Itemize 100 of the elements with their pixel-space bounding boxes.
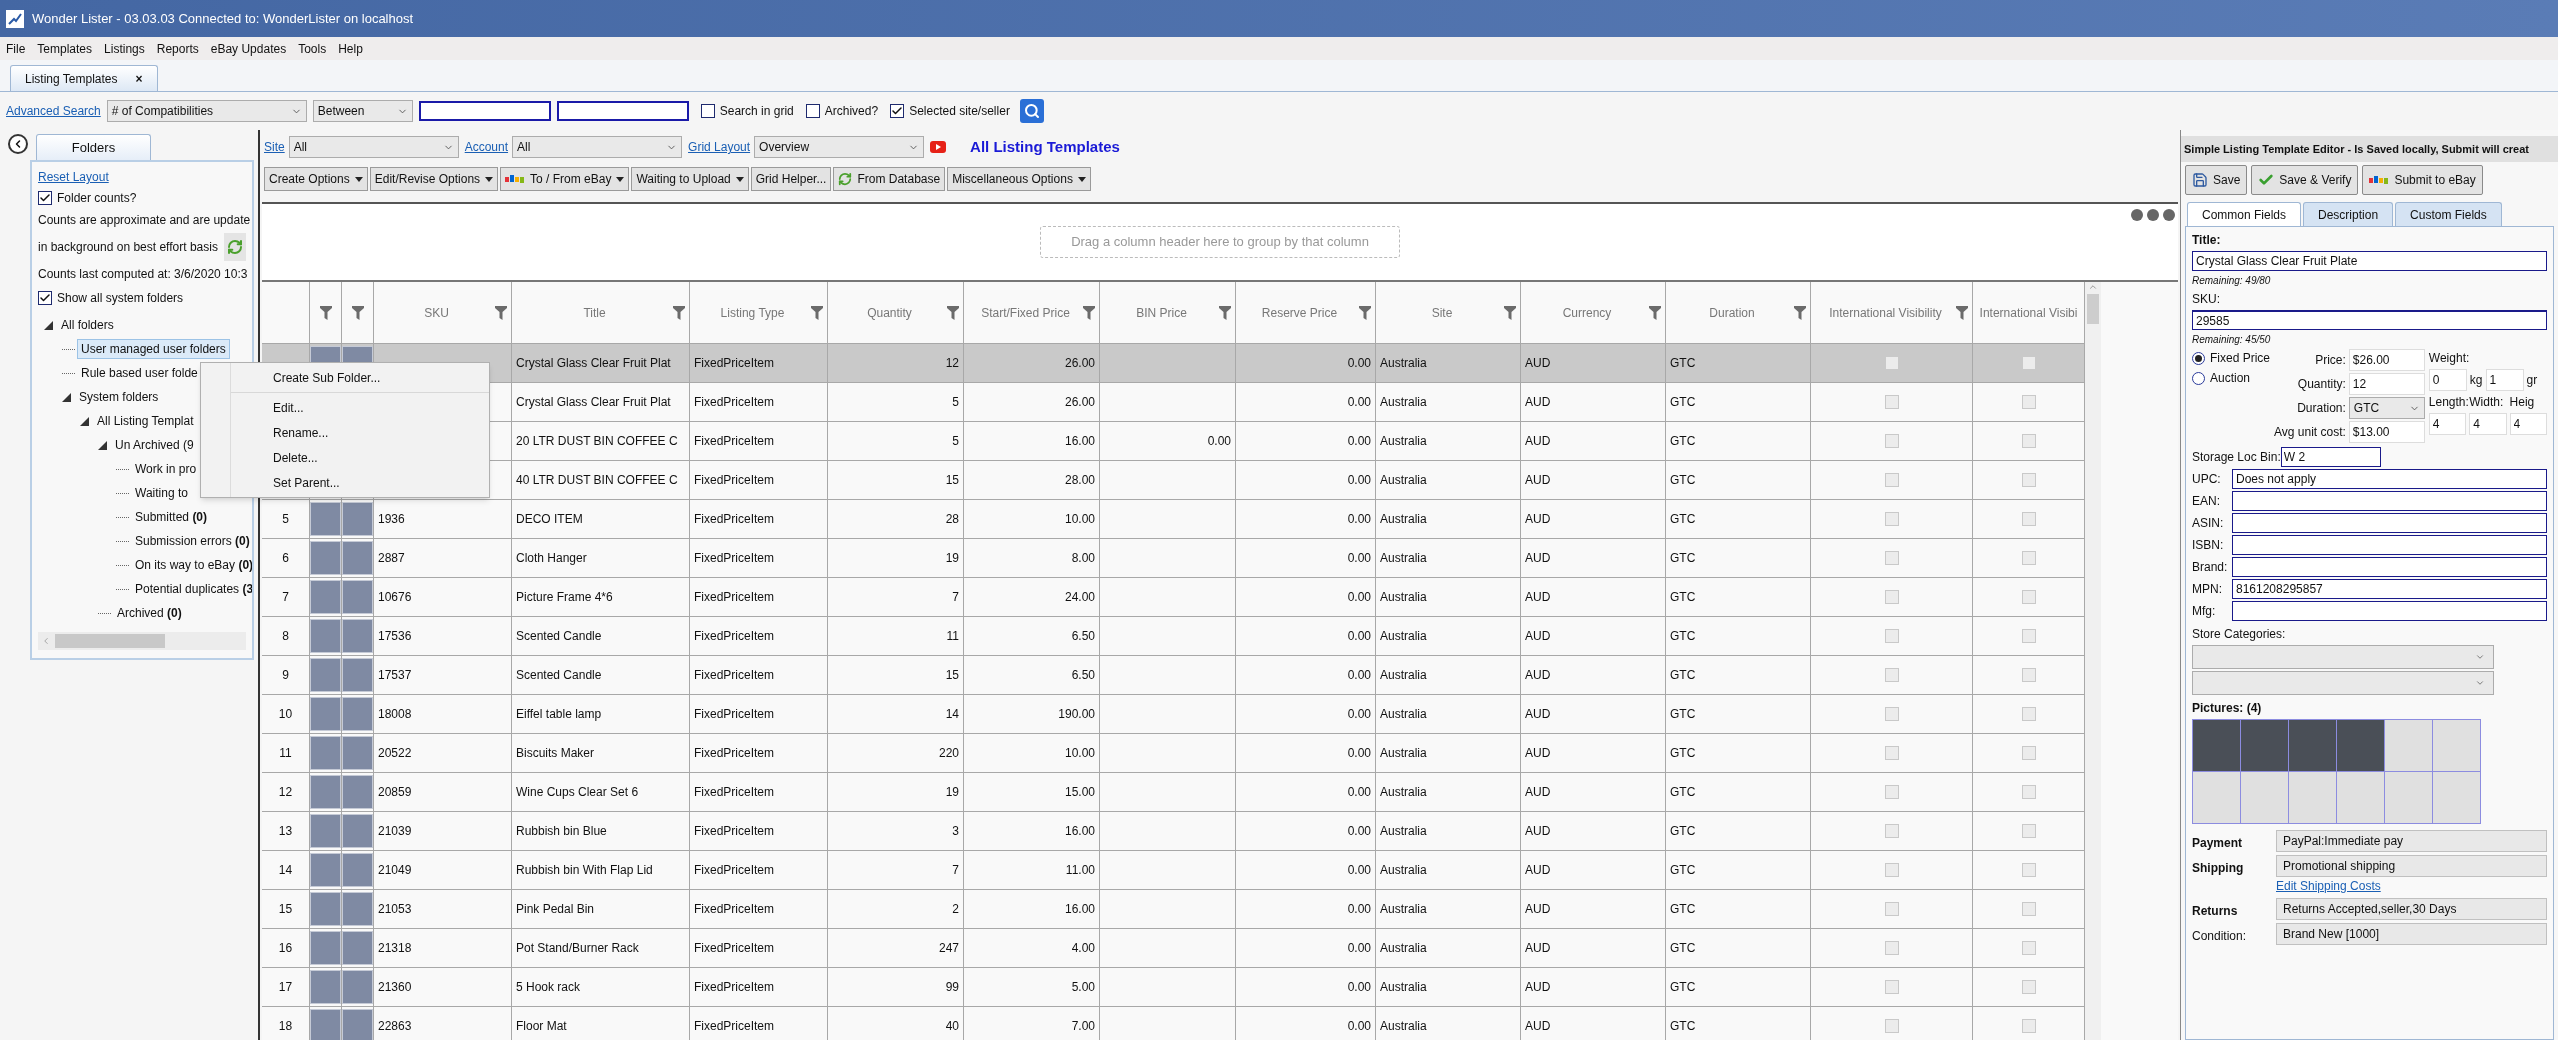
checkbox[interactable] [2021, 629, 2036, 643]
tree-item[interactable]: Potential duplicates (3 [131, 579, 252, 599]
sku-input[interactable]: 29585 [2192, 310, 2547, 330]
checkbox[interactable] [1884, 980, 1899, 994]
filter-icon[interactable] [1956, 305, 1968, 320]
tree-item[interactable]: All Listing Templat [93, 411, 198, 431]
photo-placeholder[interactable] [2193, 720, 2241, 772]
checkbox[interactable] [1884, 746, 1899, 760]
checkbox[interactable]: Selected site/seller [890, 102, 1010, 120]
expand-triangle-icon[interactable] [62, 392, 71, 402]
toolbar-button[interactable]: Miscellaneous Options [947, 167, 1091, 191]
checkbox[interactable]: Archived? [805, 102, 879, 120]
checkbox[interactable] [2021, 434, 2036, 448]
tree-item[interactable]: On its way to eBay (0) [131, 555, 252, 575]
filter-icon[interactable] [1649, 305, 1661, 320]
checkbox[interactable] [2021, 512, 2036, 526]
column-header[interactable]: Start/Fixed Price [964, 282, 1099, 343]
checkbox[interactable] [2021, 473, 2036, 487]
radio-button[interactable]: Auction [2192, 369, 2270, 387]
checkbox[interactable] [2021, 863, 2036, 877]
column-header[interactable]: BIN Price [1100, 282, 1235, 343]
more-dots-icon[interactable] [2130, 208, 2176, 222]
context-menu-item[interactable]: Delete... [231, 445, 489, 470]
tree-item[interactable]: Rule based user folde [77, 363, 202, 383]
input-field[interactable] [418, 101, 551, 121]
checkbox[interactable] [1884, 434, 1899, 448]
duration-dropdown[interactable]: GTC [2348, 397, 2425, 419]
tree-item[interactable]: Submission errors (0) [131, 531, 252, 551]
filter-link[interactable]: Grid Layout [688, 138, 751, 156]
policy-dropdown[interactable]: Returns Accepted,seller,30 Days [2276, 898, 2547, 920]
category-dropdown[interactable] [2192, 645, 2494, 669]
filter-link[interactable]: Site [264, 138, 285, 156]
checkbox[interactable] [2021, 746, 2036, 760]
menu-item[interactable]: Help [338, 39, 363, 58]
photo-placeholder[interactable] [2289, 720, 2337, 772]
show-all-checkbox[interactable]: Show all system folders [38, 289, 246, 307]
menu-item[interactable]: Tools [298, 39, 327, 58]
checkbox[interactable] [1884, 902, 1899, 916]
toolbar-button[interactable]: Create Options [264, 167, 368, 191]
checkbox[interactable] [1884, 863, 1899, 877]
column-header[interactable]: Currency [1521, 282, 1665, 343]
checkbox[interactable] [1884, 1019, 1899, 1033]
column-header[interactable]: International Visibility [1811, 282, 1972, 343]
checkbox[interactable] [1884, 668, 1899, 682]
column-header[interactable]: Quantity [828, 282, 963, 343]
filter-icon[interactable] [1083, 305, 1095, 320]
collapse-button[interactable] [8, 134, 28, 154]
checkbox[interactable] [2021, 356, 2036, 370]
radio-button[interactable]: Fixed Price [2192, 349, 2270, 367]
filter-icon[interactable] [1219, 305, 1231, 320]
folder-counts-checkbox[interactable]: Folder counts? [38, 189, 246, 207]
input-field[interactable] [2232, 491, 2547, 511]
checkbox[interactable] [1884, 941, 1899, 955]
filter-icon[interactable] [673, 305, 685, 320]
input-field[interactable]: $13.00 [2348, 421, 2425, 443]
checkbox[interactable] [2021, 668, 2036, 682]
tree-item[interactable]: Waiting to [131, 483, 192, 503]
input-field[interactable]: 8161208295857 [2232, 579, 2547, 599]
input-field[interactable]: 12 [2348, 373, 2425, 395]
checkbox[interactable] [1884, 512, 1899, 526]
input-field[interactable] [556, 101, 689, 121]
editor-tab[interactable]: Description [2303, 202, 2394, 226]
document-tab[interactable]: Listing Templates × [10, 65, 158, 91]
scroll-thumb[interactable] [2087, 294, 2099, 324]
input-field[interactable] [2232, 513, 2547, 533]
menu-item[interactable]: Reports [156, 39, 199, 58]
filter-dropdown[interactable]: Overview [754, 136, 925, 158]
input-field[interactable]: 4 [2469, 413, 2507, 435]
filter-icon[interactable] [495, 305, 507, 320]
photo-placeholder[interactable] [2241, 720, 2289, 772]
checkbox[interactable] [2021, 824, 2036, 838]
toolbar-button[interactable]: Waiting to Upload [631, 167, 749, 191]
checkbox[interactable] [2021, 590, 2036, 604]
input-field[interactable]: 1 [2485, 369, 2524, 391]
filter-icon[interactable] [1794, 305, 1806, 320]
column-header[interactable]: Title [512, 282, 689, 343]
tree-item[interactable]: Archived (0) [113, 603, 186, 623]
operator-dropdown[interactable]: Between [312, 100, 413, 122]
input-field[interactable] [2232, 535, 2547, 555]
menu-item[interactable]: Templates [37, 39, 93, 58]
filter-icon[interactable] [319, 305, 332, 320]
tree-item[interactable]: Work in pro [131, 459, 201, 479]
toolbar-button[interactable]: Grid Helper... [750, 167, 832, 191]
category-dropdown[interactable] [2192, 671, 2494, 695]
checkbox[interactable] [1884, 707, 1899, 721]
refresh-button[interactable] [224, 233, 246, 261]
reset-layout-link[interactable]: Reset Layout [38, 168, 109, 186]
editor-button[interactable]: Submit to eBay [2362, 165, 2483, 195]
checkbox[interactable] [2021, 395, 2036, 409]
toolbar-button[interactable]: Edit/Revise Options [369, 167, 499, 191]
editor-button[interactable]: Save & Verify [2251, 165, 2359, 195]
tree-item[interactable]: Submitted (0) [131, 507, 212, 527]
checkbox[interactable] [1884, 551, 1899, 565]
input-field[interactable] [2232, 601, 2547, 621]
menu-item[interactable]: eBay Updates [210, 39, 287, 58]
input-field[interactable]: 0 [2428, 369, 2467, 391]
input-field[interactable]: 4 [2509, 413, 2547, 435]
filter-link[interactable]: Account [464, 138, 509, 156]
photo-placeholder[interactable] [2337, 720, 2385, 772]
input-field[interactable]: $26.00 [2348, 349, 2425, 371]
